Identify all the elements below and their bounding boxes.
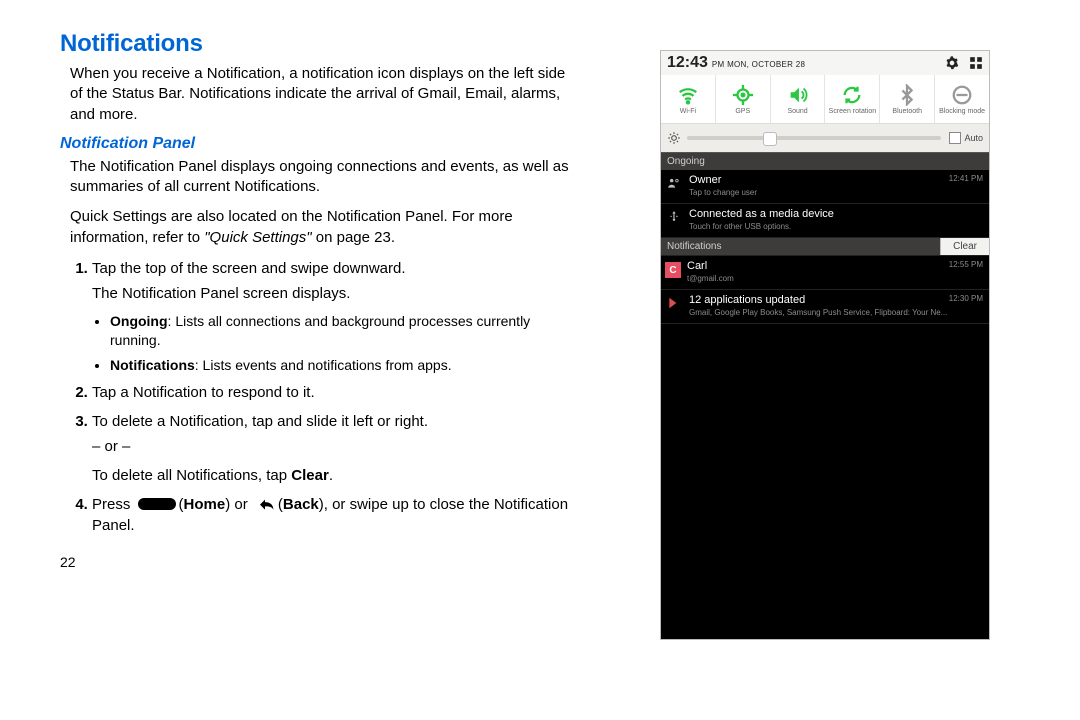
wifi-icon xyxy=(677,84,699,106)
bullet-notifications-label: Notifications xyxy=(110,357,195,373)
page-number: 22 xyxy=(60,554,570,570)
step-2: Tap a Notification to respond to it. xyxy=(92,382,570,403)
owner-time: 12:41 PM xyxy=(949,174,983,183)
clock-time: 12:43 xyxy=(667,54,708,72)
phone-screenshot: 12:43 PM MON, OCTOBER 28 Wi-Fi GPS Sound… xyxy=(660,50,990,640)
step-3-clear-label: Clear xyxy=(291,467,329,484)
clock-ampm: PM xyxy=(712,60,725,69)
contact-tile-icon: C xyxy=(665,262,681,278)
home-button-icon xyxy=(138,498,176,510)
clear-button[interactable]: Clear xyxy=(940,238,989,255)
status-bar-icons xyxy=(945,56,983,70)
step-1-line-a: Tap the top of the screen and swipe down… xyxy=(92,260,406,277)
quick-gps[interactable]: GPS xyxy=(716,75,771,123)
quick-wifi-label: Wi-Fi xyxy=(680,108,696,115)
step-1-line-b: The Notification Panel screen displays. xyxy=(92,283,570,304)
bullet-ongoing-text: : Lists all connections and background p… xyxy=(110,313,530,348)
bullet-notifications-text: : Lists events and notifications from ap… xyxy=(195,357,452,373)
quick-gps-label: GPS xyxy=(735,108,750,115)
quick-wifi[interactable]: Wi-Fi xyxy=(661,75,716,123)
panel-paragraph-2: Quick Settings are also located on the N… xyxy=(70,207,570,248)
section-ongoing: Ongoing xyxy=(661,152,989,170)
notif-carl[interactable]: C Carl t@gmail.com 12:55 PM xyxy=(661,256,989,290)
step-1: Tap the top of the screen and swipe down… xyxy=(92,258,570,375)
gps-icon xyxy=(732,84,754,106)
auto-label: Auto xyxy=(964,133,983,143)
phone-status-bar: 12:43 PM MON, OCTOBER 28 xyxy=(661,51,989,75)
play-store-icon xyxy=(667,296,681,310)
step-3-b-post: . xyxy=(329,467,333,484)
bullet-ongoing-label: Ongoing xyxy=(110,313,168,329)
ongoing-media[interactable]: Connected as a media device Touch for ot… xyxy=(661,204,989,238)
notif-apps-updated[interactable]: 12 applications updated Gmail, Google Pl… xyxy=(661,290,989,324)
step-1-bullets: Ongoing: Lists all connections and backg… xyxy=(92,312,570,375)
carl-title: Carl xyxy=(687,260,983,272)
text-column: Notifications When you receive a Notific… xyxy=(60,30,600,710)
ongoing-owner[interactable]: Owner Tap to change user 12:41 PM xyxy=(661,170,989,204)
step-3-or: – or – xyxy=(92,436,570,457)
step-4-mid: or xyxy=(230,496,252,513)
quick-bluetooth[interactable]: Bluetooth xyxy=(880,75,935,123)
quick-rotation-label: Screen rotation xyxy=(829,108,876,115)
panel-p2-b: on page 23. xyxy=(312,229,395,246)
brightness-thumb[interactable] xyxy=(763,132,777,146)
back-label: Back xyxy=(283,496,319,513)
carl-time: 12:55 PM xyxy=(949,260,983,269)
carl-sub: t@gmail.com xyxy=(687,274,983,283)
status-clock: 12:43 PM MON, OCTOBER 28 xyxy=(667,54,805,72)
quick-bt-label: Bluetooth xyxy=(892,108,922,115)
step-4: Press (Home) or (Back), or swipe up to c… xyxy=(92,494,570,536)
quick-rotation[interactable]: Screen rotation xyxy=(825,75,880,123)
notifications-header: Notifications Clear xyxy=(661,238,989,256)
quick-sound[interactable]: Sound xyxy=(771,75,826,123)
media-title: Connected as a media device xyxy=(689,208,983,220)
apps-title: 12 applications updated xyxy=(689,294,983,306)
sound-icon xyxy=(787,84,809,106)
clock-ampm-date: PM MON, OCTOBER 28 xyxy=(712,60,805,69)
owner-sub: Tap to change user xyxy=(689,188,983,197)
step-3: To delete a Notification, tap and slide … xyxy=(92,411,570,486)
panel-paragraph-1: The Notification Panel displays ongoing … xyxy=(70,157,570,198)
auto-checkbox[interactable] xyxy=(949,132,961,144)
gear-icon[interactable] xyxy=(945,56,959,70)
brightness-icon xyxy=(667,131,681,145)
rotation-icon xyxy=(841,84,863,106)
step-4-pre: Press xyxy=(92,496,135,513)
bullet-notifications: Notifications: Lists events and notifica… xyxy=(110,356,570,375)
step-3-a: To delete a Notification, tap and slide … xyxy=(92,413,428,430)
media-sub: Touch for other USB options. xyxy=(689,222,983,231)
bluetooth-icon xyxy=(896,84,918,106)
clock-date: MON, OCTOBER 28 xyxy=(727,60,805,69)
back-button-icon xyxy=(255,496,275,510)
apps-sub: Gmail, Google Play Books, Samsung Push S… xyxy=(689,308,983,317)
grid-icon[interactable] xyxy=(969,56,983,70)
blocking-icon xyxy=(951,84,973,106)
usb-icon xyxy=(667,210,681,224)
intro-paragraph: When you receive a Notification, a notif… xyxy=(70,64,570,125)
quick-block-label: Blocking mode xyxy=(939,108,985,115)
owner-title: Owner xyxy=(689,174,983,186)
apps-time: 12:30 PM xyxy=(949,294,983,303)
figure-column: 12:43 PM MON, OCTOBER 28 Wi-Fi GPS Sound… xyxy=(600,30,1050,710)
quick-settings-reference: "Quick Settings" xyxy=(204,229,311,246)
step-3-b-pre: To delete all Notifications, tap xyxy=(92,467,291,484)
user-icon xyxy=(667,176,681,190)
steps-list: Tap the top of the screen and swipe down… xyxy=(70,258,570,537)
notifications-label: Notifications xyxy=(661,238,940,255)
manual-page: Notifications When you receive a Notific… xyxy=(0,0,1080,720)
quick-blocking[interactable]: Blocking mode xyxy=(935,75,989,123)
home-label: Home xyxy=(184,496,226,513)
quick-settings-row: Wi-Fi GPS Sound Screen rotation Bluetoot… xyxy=(661,75,989,124)
page-title: Notifications xyxy=(60,30,570,58)
quick-sound-label: Sound xyxy=(787,108,807,115)
bullet-ongoing: Ongoing: Lists all connections and backg… xyxy=(110,312,570,350)
brightness-row: Auto xyxy=(661,124,989,152)
subsection-title: Notification Panel xyxy=(60,135,570,153)
brightness-slider[interactable] xyxy=(687,136,941,140)
step-3-b: To delete all Notifications, tap Clear. xyxy=(92,465,570,486)
brightness-auto[interactable]: Auto xyxy=(949,132,983,144)
